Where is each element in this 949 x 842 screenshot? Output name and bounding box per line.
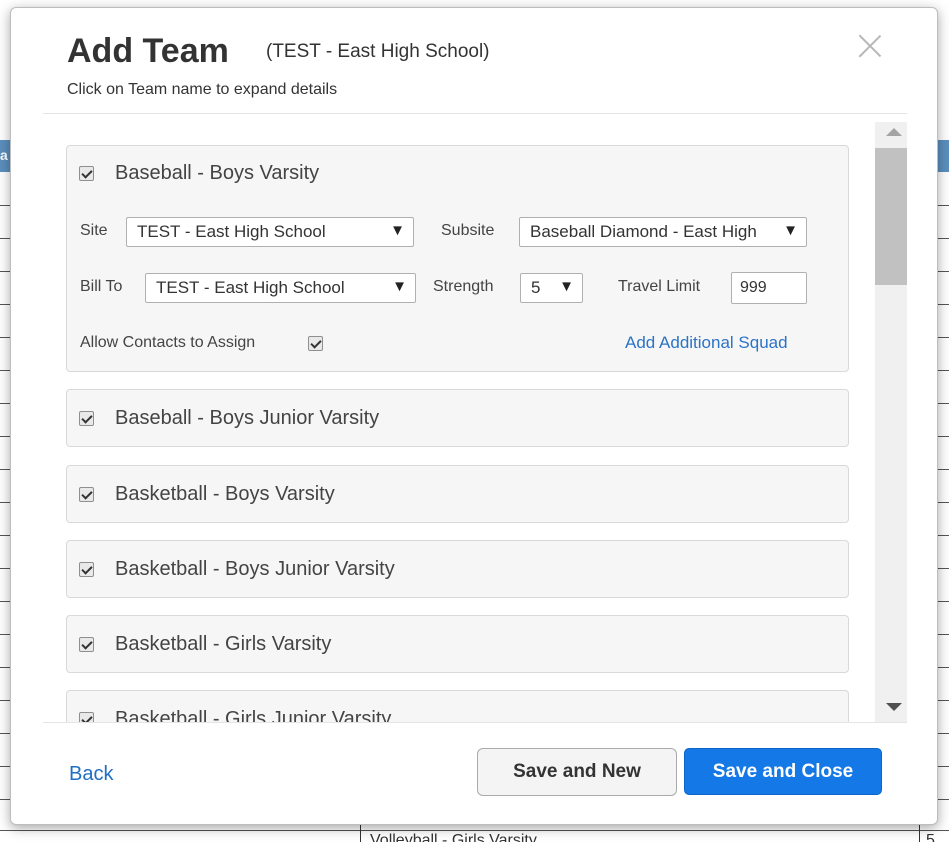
add-team-modal: Add Team (TEST - East High School) Click… (10, 7, 938, 825)
subsite-select-value: Baseball Diamond - East High (530, 222, 757, 241)
team-checkbox[interactable] (79, 561, 94, 577)
team-checkbox[interactable] (79, 636, 94, 652)
bill-to-label: Bill To (80, 278, 123, 295)
scroll-up-arrow-icon[interactable] (886, 128, 902, 136)
team-header[interactable]: Basketball - Boys Junior Varsity (79, 557, 395, 581)
scrollbar[interactable] (875, 122, 907, 722)
team-header[interactable]: Basketball - Girls Varsity (79, 632, 331, 656)
team-header[interactable]: Basketball - Girls Junior Varsity (79, 707, 391, 722)
team-checkbox[interactable] (79, 486, 94, 502)
strength-select-value: 5 (531, 278, 541, 297)
team-name[interactable]: Basketball - Girls Varsity (115, 633, 331, 656)
modal-hint: Click on Team name to expand details (67, 81, 338, 98)
strength-label: Strength (433, 278, 494, 295)
team-list: Baseball - Boys Varsity Site TEST - East… (43, 114, 907, 722)
travel-limit-label: Travel Limit (618, 278, 701, 295)
background-cell: Volleyball - Girls Varsity (370, 832, 537, 842)
site-label: Site (80, 222, 108, 239)
triangle-down-icon: ▼ (559, 278, 574, 295)
team-card: Basketball - Boys Varsity (66, 465, 849, 523)
divider (43, 722, 907, 723)
team-name[interactable]: Baseball - Boys Junior Varsity (115, 407, 379, 430)
team-card: Basketball - Boys Junior Varsity (66, 540, 849, 598)
team-card: Baseball - Boys Junior Varsity (66, 389, 849, 447)
save-and-close-button[interactable]: Save and Close (684, 748, 882, 795)
triangle-down-icon: ▼ (392, 278, 407, 295)
modal-title: Add Team (67, 32, 229, 70)
background-row-line (0, 830, 949, 831)
team-checkbox[interactable] (79, 165, 94, 181)
add-additional-squad-link[interactable]: Add Additional Squad (625, 333, 788, 353)
team-card: Baseball - Boys Varsity Site TEST - East… (66, 145, 849, 372)
bill-to-select[interactable]: TEST - East High School ▼ (145, 273, 416, 303)
allow-contacts-checkbox[interactable] (308, 336, 323, 351)
travel-limit-input[interactable]: 999 (731, 272, 807, 304)
subsite-select[interactable]: Baseball Diamond - East High ▼ (519, 217, 807, 247)
save-and-new-button[interactable]: Save and New (477, 748, 677, 796)
site-select-value: TEST - East High School (137, 222, 326, 241)
close-icon[interactable] (855, 30, 885, 60)
team-checkbox[interactable] (79, 711, 94, 722)
team-header[interactable]: Baseball - Boys Varsity (79, 161, 319, 185)
back-button[interactable]: Back (69, 763, 113, 786)
site-select[interactable]: TEST - East High School ▼ (126, 217, 414, 247)
team-header[interactable]: Basketball - Boys Varsity (79, 482, 335, 506)
bill-to-select-value: TEST - East High School (156, 278, 345, 297)
background-cell: 5 (926, 832, 935, 842)
team-card: Basketball - Girls Junior Varsity (66, 690, 849, 722)
scrollbar-thumb[interactable] (875, 148, 907, 285)
team-name[interactable]: Basketball - Boys Junior Varsity (115, 558, 395, 581)
strength-select[interactable]: 5 ▼ (520, 273, 583, 303)
subsite-label: Subsite (441, 222, 495, 239)
team-name[interactable]: Basketball - Boys Varsity (115, 483, 335, 506)
modal-subtitle: (TEST - East High School) (266, 41, 490, 62)
team-checkbox[interactable] (79, 410, 94, 426)
team-card: Basketball - Girls Varsity (66, 615, 849, 673)
team-name[interactable]: Baseball - Boys Varsity (115, 162, 319, 185)
team-name[interactable]: Basketball - Girls Junior Varsity (115, 708, 391, 723)
triangle-down-icon: ▼ (779, 222, 798, 239)
scroll-down-arrow-icon[interactable] (886, 703, 902, 711)
allow-contacts-label: Allow Contacts to Assign (80, 334, 256, 351)
team-header[interactable]: Baseball - Boys Junior Varsity (79, 406, 379, 430)
triangle-down-icon: ▼ (390, 222, 405, 239)
